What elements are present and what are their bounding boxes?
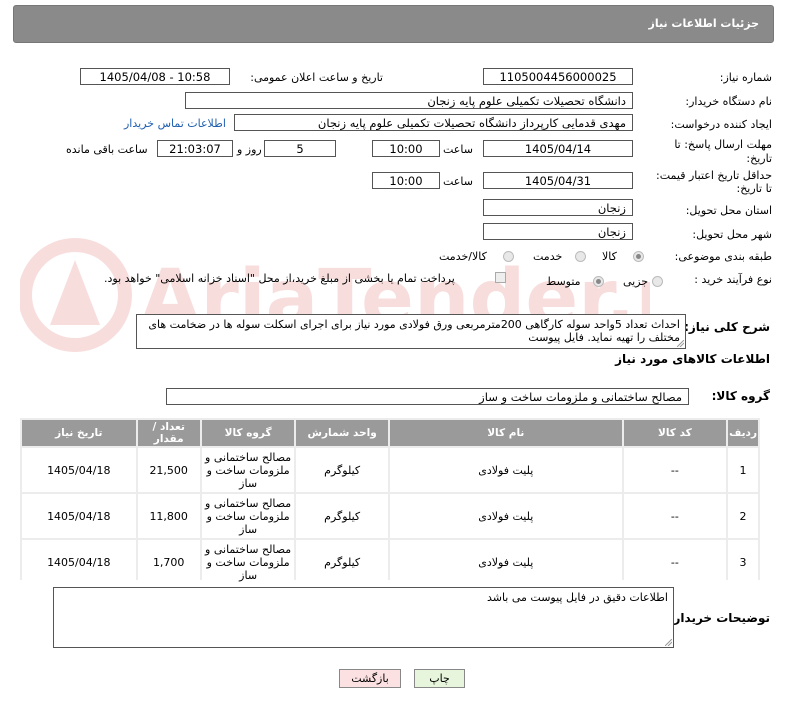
col-date: تاریخ نیاز (22, 420, 136, 446)
row-group: مصالح ساختمانی و ملزومات ساخت و ساز (201, 494, 295, 538)
city-label: شهر محل تحویل: (692, 228, 772, 241)
row-unit: کیلوگرم (296, 448, 388, 492)
process-option-minor: جزیی (623, 275, 649, 288)
validity-date-field: 1405/04/31 (483, 172, 633, 189)
category-option-service: خدمت (533, 250, 563, 263)
process-label: نوع فرآیند خرید : (694, 273, 772, 286)
process-option-medium: متوسط (546, 275, 581, 288)
validity-label: حداقل تاریخ اعتبار قیمت: (656, 169, 772, 182)
category-label: طبقه بندی موضوعی: (674, 250, 772, 263)
row-date: 1405/04/18 (22, 494, 136, 538)
row-index: 3 (728, 540, 758, 584)
treasury-note: پرداخت تمام یا بخشی از مبلغ خرید،از محل … (104, 272, 455, 285)
deadline-label: مهلت ارسال پاسخ: تا (674, 138, 772, 151)
category-option-both: کالا/خدمت (439, 250, 487, 263)
table-row: 3 -- پلیت فولادی کیلوگرم مصالح ساختمانی … (22, 540, 758, 584)
requester-label: ایجاد کننده درخواست: (670, 118, 772, 131)
row-name: پلیت فولادی (389, 494, 622, 538)
description-textarea[interactable]: احداث تعداد 5واحد سوله کارگاهی 200مترمرب… (136, 314, 686, 349)
row-qty: 1,700 (137, 540, 200, 584)
col-row: ردیف (728, 420, 758, 446)
row-group: مصالح ساختمانی و ملزومات ساخت و ساز (201, 540, 295, 584)
validity-time-field: 10:00 (372, 172, 440, 189)
need-number-field: 1105004456000025 (483, 68, 633, 85)
buyer-org-label: نام دستگاه خریدار: (685, 95, 772, 108)
print-button[interactable]: چاپ (414, 669, 465, 688)
col-qty: تعداد / مقدار (137, 420, 200, 446)
city-field: زنجان (483, 223, 633, 240)
category-option-goods: کالا (602, 250, 617, 263)
category-radio-goods[interactable] (633, 251, 644, 262)
col-group: گروه کالا (201, 420, 295, 446)
goods-table-container: ردیف کد کالا نام کالا واحد شمارش گروه کا… (20, 418, 760, 584)
goods-table-header: ردیف کد کالا نام کالا واحد شمارش گروه کا… (22, 420, 758, 446)
resize-grip-icon (665, 639, 672, 646)
buyer-notes-label: توضیحات خریدار: (668, 611, 770, 625)
row-qty: 11,800 (137, 494, 200, 538)
row-code: -- (623, 448, 727, 492)
table-row: 1 -- پلیت فولادی کیلوگرم مصالح ساختمانی … (22, 448, 758, 492)
buyer-contact-link[interactable]: اطلاعات تماس خریدار (124, 117, 226, 130)
goods-group-label: گروه کالا: (711, 389, 770, 403)
announce-label: تاریخ و ساعت اعلان عمومی: (250, 71, 383, 84)
buyer-notes-text: اطلاعات دقیق در فایل پیوست می باشد (486, 591, 668, 604)
col-name: نام کالا (389, 420, 622, 446)
row-index: 2 (728, 494, 758, 538)
col-unit: واحد شمارش (296, 420, 388, 446)
deadline-time-label: ساعت (443, 143, 473, 156)
deadline-time-field: 10:00 (372, 140, 440, 157)
row-unit: کیلوگرم (296, 494, 388, 538)
row-code: -- (623, 494, 727, 538)
page-title: جزئیات اطلاعات نیاز (648, 17, 760, 30)
need-number-label: شماره نیاز: (719, 71, 772, 84)
resize-grip-icon (677, 340, 684, 347)
validity-time-label: ساعت (443, 175, 473, 188)
validity-label-2: تا تاریخ: (736, 182, 772, 195)
row-name: پلیت فولادی (389, 448, 622, 492)
col-code: کد کالا (623, 420, 727, 446)
category-radio-both[interactable] (503, 251, 514, 262)
row-qty: 21,500 (137, 448, 200, 492)
process-radio-minor[interactable] (652, 276, 663, 287)
row-unit: کیلوگرم (296, 540, 388, 584)
description-label: شرح کلی نیاز: (684, 320, 770, 334)
treasury-checkbox[interactable] (495, 272, 506, 283)
goods-group-field: مصالح ساختمانی و ملزومات ساخت و ساز (166, 388, 689, 405)
row-code: -- (623, 540, 727, 584)
page-header: جزئیات اطلاعات نیاز (13, 5, 774, 43)
province-label: استان محل تحویل: (685, 204, 772, 217)
deadline-date-field: 1405/04/14 (483, 140, 633, 157)
category-radio-service[interactable] (575, 251, 586, 262)
goods-table: ردیف کد کالا نام کالا واحد شمارش گروه کا… (20, 418, 760, 586)
requester-field: مهدی قدمایی کارپرداز دانشگاه تحصیلات تکم… (234, 114, 633, 131)
row-date: 1405/04/18 (22, 448, 136, 492)
province-field: زنجان (483, 199, 633, 216)
goods-section-title: اطلاعات کالاهای مورد نیاز (615, 352, 770, 366)
table-row: 2 -- پلیت فولادی کیلوگرم مصالح ساختمانی … (22, 494, 758, 538)
row-date: 1405/04/18 (22, 540, 136, 584)
description-text: احداث تعداد 5واحد سوله کارگاهی 200مترمرب… (148, 318, 680, 344)
buyer-notes-textarea[interactable]: اطلاعات دقیق در فایل پیوست می باشد (53, 587, 674, 648)
process-radio-medium[interactable] (593, 276, 604, 287)
buyer-org-field: دانشگاه تحصیلات تکمیلی علوم پایه زنجان (185, 92, 633, 109)
announce-field: 1405/04/08 - 10:58 (80, 68, 230, 85)
row-name: پلیت فولادی (389, 540, 622, 584)
days-label: روز و (237, 143, 262, 156)
deadline-label-2: تاریخ: (746, 152, 772, 165)
remaining-time-field: 21:03:07 (157, 140, 233, 157)
remaining-label: ساعت باقی مانده (66, 143, 148, 156)
row-group: مصالح ساختمانی و ملزومات ساخت و ساز (201, 448, 295, 492)
back-button[interactable]: بازگشت (339, 669, 401, 688)
row-index: 1 (728, 448, 758, 492)
days-remaining-field: 5 (264, 140, 336, 157)
